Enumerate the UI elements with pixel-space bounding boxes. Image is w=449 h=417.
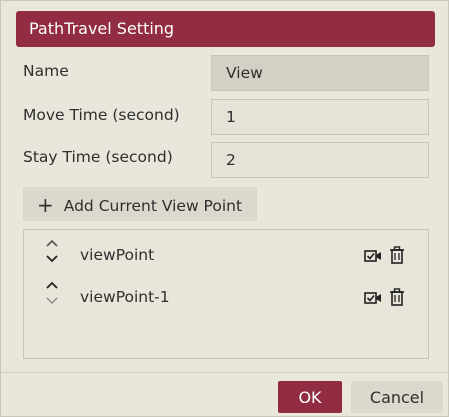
view-point-label[interactable]: viewPoint-1 <box>80 288 170 306</box>
reorder-arrows <box>44 278 60 312</box>
list-item: viewPoint-1 <box>24 278 428 318</box>
add-current-view-point-button[interactable]: + Add Current View Point <box>23 187 257 221</box>
dialog-footer: OK Cancel <box>1 372 448 416</box>
camera-check-icon[interactable] <box>364 248 382 264</box>
view-point-list: viewPoint viewPoint-1 <box>23 229 429 359</box>
reorder-arrows <box>44 236 60 270</box>
ok-button[interactable]: OK <box>278 381 342 413</box>
path-travel-dialog: PathTravel Setting Name View Move Time (… <box>0 0 449 417</box>
chevron-up-icon[interactable] <box>44 236 60 250</box>
plus-icon: + <box>37 193 54 217</box>
add-view-point-label: Add Current View Point <box>63 197 243 215</box>
view-point-label[interactable]: viewPoint <box>80 246 154 264</box>
move-time-label: Move Time (second) <box>23 106 180 124</box>
chevron-down-icon[interactable] <box>44 252 60 266</box>
stay-time-label: Stay Time (second) <box>23 148 173 166</box>
move-time-input[interactable] <box>211 99 429 135</box>
trash-icon[interactable] <box>389 246 405 264</box>
name-label: Name <box>23 62 69 80</box>
dialog-title: PathTravel Setting <box>16 11 435 47</box>
trash-icon[interactable] <box>389 288 405 306</box>
chevron-down-icon[interactable] <box>44 294 60 308</box>
stay-time-input[interactable] <box>211 142 429 178</box>
camera-check-icon[interactable] <box>364 290 382 306</box>
name-field: View <box>211 55 429 91</box>
list-item: viewPoint <box>24 236 428 276</box>
chevron-up-icon[interactable] <box>44 278 60 292</box>
cancel-button[interactable]: Cancel <box>351 381 443 413</box>
